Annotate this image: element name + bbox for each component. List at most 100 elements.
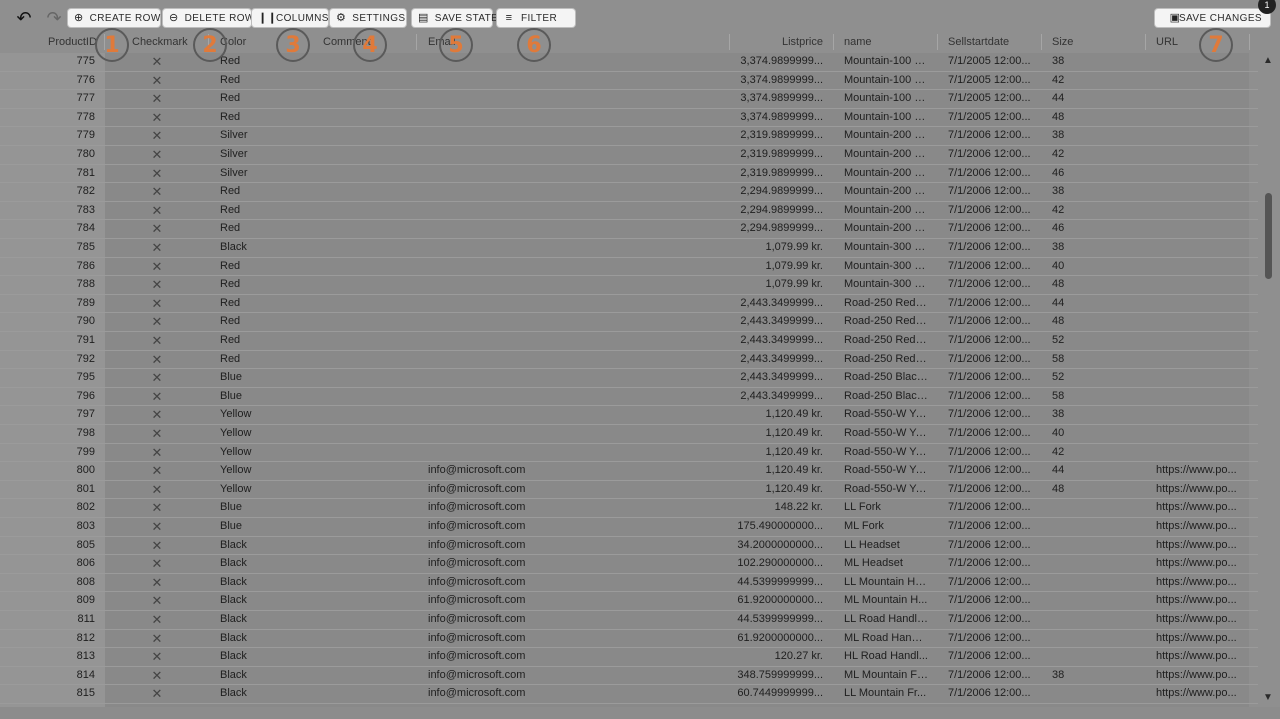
cell-size[interactable]: 52 (1052, 334, 1092, 346)
cell-url[interactable]: https://www.po... (1156, 483, 1238, 495)
cell-listprice[interactable]: 1,120.49 kr. (735, 408, 824, 420)
cell-productid[interactable]: 796 (10, 390, 95, 402)
cell-email[interactable]: info@microsoft.com (428, 483, 588, 495)
cell-listprice[interactable]: 3,374.9899999... (735, 74, 823, 86)
table-row[interactable]: 784 ✕ Red 2,294.9899999... Mountain-200 B...… (0, 220, 1258, 239)
save-changes-button[interactable]: ▣ SAVE CHANGES (1155, 9, 1270, 27)
cell-sellstartdate[interactable]: 7/1/2006 12:00... (948, 520, 1032, 532)
cell-color[interactable]: Yellow (220, 464, 310, 476)
cell-productid[interactable]: 795 (10, 371, 95, 383)
cell-color[interactable]: Silver (220, 129, 310, 141)
table-row[interactable]: 803 ✕ Blue info@microsoft.com 175.490000000.… (0, 518, 1258, 537)
cell-size[interactable]: 42 (1052, 74, 1092, 86)
cell-listprice[interactable]: 2,319.9899999... (735, 167, 823, 179)
cell-size[interactable]: 42 (1052, 446, 1092, 458)
cell-name[interactable]: Mountain-200 S... (844, 129, 928, 141)
cell-listprice[interactable]: 1,120.49 kr. (735, 427, 824, 439)
cell-sellstartdate[interactable]: 7/1/2006 12:00... (948, 613, 1032, 625)
checkmark-x-icon[interactable]: ✕ (150, 556, 164, 572)
cell-listprice[interactable]: 102.290000000... (735, 557, 823, 569)
cell-sellstartdate[interactable]: 7/1/2006 12:00... (948, 278, 1032, 290)
cell-listprice[interactable]: 2,294.9899999... (735, 222, 823, 234)
cell-productid[interactable]: 789 (10, 297, 95, 309)
cell-listprice[interactable]: 1,079.99 kr. (735, 241, 824, 253)
cell-color[interactable]: Black (220, 539, 310, 551)
cell-listprice[interactable]: 1,120.49 kr. (735, 483, 824, 495)
cell-email[interactable]: info@microsoft.com (428, 687, 588, 699)
cell-sellstartdate[interactable]: 7/1/2006 12:00... (948, 222, 1032, 234)
delete-row-button[interactable]: ⊖ DELETE ROW (163, 9, 254, 27)
table-row[interactable]: 781 ✕ Silver 2,319.9899999... Mountain-200 S… (0, 165, 1258, 184)
column-divider[interactable] (833, 34, 834, 50)
cell-productid[interactable]: 814 (10, 669, 95, 681)
cell-productid[interactable]: 799 (10, 446, 95, 458)
cell-size[interactable]: 48 (1052, 111, 1092, 123)
checkmark-x-icon[interactable]: ✕ (150, 166, 164, 182)
table-row[interactable]: 809 ✕ Black info@microsoft.com 61.9200000000… (0, 592, 1258, 611)
table-row[interactable]: 795 ✕ Blue 2,443.3499999... Road-250 Black,.… (0, 369, 1258, 388)
checkmark-x-icon[interactable]: ✕ (150, 612, 164, 628)
cell-color[interactable]: Yellow (220, 483, 310, 495)
column-header-productid[interactable]: ProductID (48, 36, 97, 48)
cell-color[interactable]: Black (220, 632, 310, 644)
cell-url[interactable]: https://www.po... (1156, 576, 1238, 588)
checkmark-x-icon[interactable]: ✕ (150, 407, 164, 423)
cell-size[interactable]: 48 (1052, 278, 1092, 290)
cell-name[interactable]: Mountain-300 B... (844, 278, 928, 290)
table-row[interactable]: 790 ✕ Red 2,443.3499999... Road-250 Red, 48 7… (0, 313, 1258, 332)
cell-productid[interactable]: 802 (10, 501, 95, 513)
cell-color[interactable]: Black (220, 687, 310, 699)
cell-color[interactable]: Blue (220, 371, 310, 383)
cell-color[interactable]: Red (220, 297, 310, 309)
scroll-down-arrow-icon[interactable]: ▼ (1263, 692, 1273, 703)
checkmark-x-icon[interactable]: ✕ (150, 240, 164, 256)
cell-color[interactable]: Black (220, 557, 310, 569)
table-row[interactable]: 796 ✕ Blue 2,443.3499999... Road-250 Black,.… (0, 388, 1258, 407)
cell-sellstartdate[interactable]: 7/1/2006 12:00... (948, 427, 1032, 439)
checkmark-x-icon[interactable]: ✕ (150, 631, 164, 647)
cell-productid[interactable]: 797 (10, 408, 95, 420)
cell-listprice[interactable]: 2,443.3499999... (735, 390, 823, 402)
checkmark-x-icon[interactable]: ✕ (150, 482, 164, 498)
table-row[interactable]: 775 ✕ Red 3,374.9899999... Mountain-100 B...… (0, 53, 1258, 72)
cell-url[interactable]: https://www.po... (1156, 520, 1238, 532)
cell-listprice[interactable]: 1,079.99 kr. (735, 260, 824, 272)
checkmark-x-icon[interactable]: ✕ (150, 500, 164, 516)
cell-url[interactable]: https://www.po... (1156, 594, 1238, 606)
checkmark-x-icon[interactable]: ✕ (150, 110, 164, 126)
column-header-checkmark[interactable]: Checkmark (132, 36, 188, 48)
cell-listprice[interactable]: 175.490000000... (735, 520, 823, 532)
cell-sellstartdate[interactable]: 7/1/2006 12:00... (948, 464, 1032, 476)
scrollbar-thumb[interactable] (1265, 193, 1272, 279)
checkmark-x-icon[interactable]: ✕ (150, 147, 164, 163)
cell-color[interactable]: Black (220, 594, 310, 606)
cell-color[interactable]: Red (220, 260, 310, 272)
cell-productid[interactable]: 791 (10, 334, 95, 346)
column-divider[interactable] (1041, 34, 1042, 50)
cell-color[interactable]: Yellow (220, 408, 310, 420)
cell-name[interactable]: Road-550-W Yel... (844, 464, 928, 476)
cell-sellstartdate[interactable]: 7/1/2006 12:00... (948, 669, 1032, 681)
checkmark-x-icon[interactable]: ✕ (150, 259, 164, 275)
cell-productid[interactable]: 790 (10, 315, 95, 327)
cell-productid[interactable]: 815 (10, 687, 95, 699)
table-row[interactable]: 788 ✕ Red 1,079.99 kr. Mountain-300 B... 7/1/… (0, 276, 1258, 295)
table-row[interactable]: 791 ✕ Red 2,443.3499999... Road-250 Red, 52 7… (0, 332, 1258, 351)
cell-sellstartdate[interactable]: 7/1/2006 12:00... (948, 650, 1032, 662)
cell-size[interactable]: 58 (1052, 390, 1092, 402)
cell-url[interactable]: https://www.po... (1156, 464, 1238, 476)
cell-productid[interactable]: 811 (10, 613, 95, 625)
cell-productid[interactable]: 779 (10, 129, 95, 141)
table-row[interactable]: 800 ✕ Yellow info@microsoft.com 1,120.49 kr.… (0, 462, 1258, 481)
cell-productid[interactable]: 782 (10, 185, 95, 197)
table-row[interactable]: 785 ✕ Black 1,079.99 kr. Mountain-300 B... 7/… (0, 239, 1258, 258)
cell-color[interactable]: Red (220, 334, 310, 346)
checkmark-x-icon[interactable]: ✕ (150, 184, 164, 200)
cell-productid[interactable]: 788 (10, 278, 95, 290)
cell-size[interactable]: 38 (1052, 408, 1092, 420)
cell-name[interactable]: Mountain-200 B... (844, 204, 928, 216)
cell-sellstartdate[interactable]: 7/1/2005 12:00... (948, 92, 1032, 104)
cell-size[interactable]: 38 (1052, 55, 1092, 67)
cell-color[interactable]: Yellow (220, 427, 310, 439)
cell-url[interactable]: https://www.po... (1156, 501, 1238, 513)
